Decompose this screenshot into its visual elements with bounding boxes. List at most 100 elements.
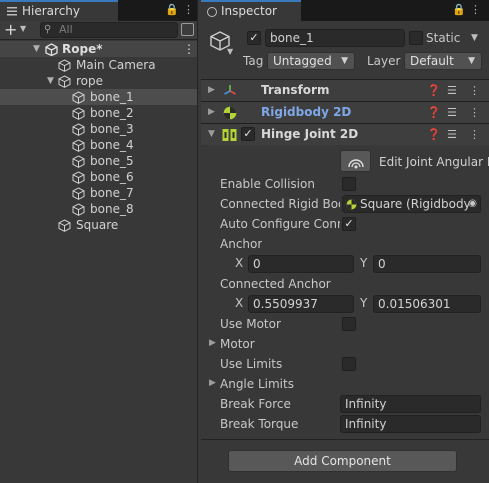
hingejoint2d-icon	[222, 129, 237, 141]
object-picker-icon[interactable]: ◉	[468, 196, 477, 212]
lock-icon[interactable]: 🔒	[165, 3, 179, 16]
scene-menu-icon[interactable]: ⋮	[183, 41, 195, 57]
layer-dropdown[interactable]: Default ▼	[404, 52, 482, 70]
hierarchy-item-label: bone_4	[90, 138, 134, 152]
connected-anchor-label: Connected Anchor	[220, 277, 331, 291]
tag-dropdown[interactable]: Untagged ▼	[267, 52, 355, 70]
hierarchy-item-bone-6[interactable]: bone_6	[0, 169, 197, 185]
break-force-field[interactable]: Infinity	[340, 395, 481, 413]
hierarchy-item-bone-7[interactable]: bone_7	[0, 185, 197, 201]
gameobject-cube-icon	[72, 91, 85, 104]
auto-configure-checkbox[interactable]: ✓	[342, 217, 356, 231]
connected-rigid-body-label: Connected Rigid Bod	[220, 197, 340, 211]
gameobject-cube-icon	[72, 123, 85, 136]
angle-limits-foldout-arrow-icon[interactable]: ▶	[209, 378, 216, 388]
scene-visibility-icon[interactable]	[181, 23, 194, 36]
connected-rigid-body-field[interactable]: Square (Rigidbody ◉	[342, 195, 481, 213]
hierarchy-item-label: bone_3	[90, 122, 134, 136]
layer-value: Default	[410, 54, 454, 68]
help-icon[interactable]: ❓	[427, 124, 441, 145]
rigidbody2d-icon	[223, 106, 237, 120]
hierarchy-item-label: bone_1	[90, 90, 134, 104]
hierarchy-item-bone-1[interactable]: bone_1	[0, 89, 197, 105]
info-icon	[207, 7, 217, 17]
hierarchy-item-label: Main Camera	[76, 58, 156, 72]
use-limits-label: Use Limits	[220, 357, 283, 371]
connected-anchor-y-label: Y	[360, 296, 368, 310]
presets-sliders-icon[interactable]: ☰	[447, 102, 457, 123]
anchor-x-field[interactable]: 0	[248, 255, 354, 273]
component-name: Hinge Joint 2D	[261, 127, 359, 141]
anchor-x-label: X	[235, 256, 244, 270]
component-menu-icon[interactable]: ⋮	[469, 80, 480, 101]
hierarchy-tabbar: Hierarchy 🔒 ⋮	[0, 0, 197, 21]
component-header-transform[interactable]: ▶ Transform ❓ ☰ ⋮	[201, 79, 489, 101]
add-component-button[interactable]: Add Component	[228, 450, 457, 472]
expand-arrow-icon[interactable]: ▶	[208, 80, 215, 101]
add-button[interactable]: +	[4, 20, 17, 39]
component-header-rigidbody2d[interactable]: ▶ Rigidbody 2D ❓ ☰ ⋮	[201, 101, 489, 123]
hinge-enabled-checkbox[interactable]: ✓	[241, 127, 255, 141]
component-header-hingejoint2d[interactable]: ▼ ✓ Hinge Joint 2D ❓ ☰ ⋮	[201, 123, 489, 145]
kebab-menu-icon[interactable]: ⋮	[470, 3, 481, 16]
enable-collision-label: Enable Collision	[220, 177, 315, 191]
static-checkbox[interactable]	[409, 31, 423, 45]
rigidbody2d-icon	[346, 199, 357, 210]
active-checkbox[interactable]: ✓	[247, 31, 261, 45]
tag-label: Tag	[243, 54, 264, 68]
hierarchy-search-input[interactable]: ⚲ All	[40, 22, 178, 38]
object-name-field[interactable]: bone_1	[265, 29, 405, 47]
layer-label: Layer	[367, 54, 401, 68]
anchor-y-field[interactable]: 0	[373, 255, 481, 273]
gameobject-cube-icon	[58, 219, 71, 232]
icon-dropdown-chevron-icon[interactable]: ▼	[227, 47, 233, 56]
unity-scene-icon	[45, 43, 58, 56]
tab-hierarchy[interactable]: Hierarchy	[0, 0, 118, 21]
tab-inspector[interactable]: Inspector	[201, 0, 301, 21]
connected-anchor-y-field[interactable]: 0.01506301	[373, 295, 481, 313]
lock-icon[interactable]: 🔒	[452, 3, 466, 16]
hierarchy-item-square[interactable]: Square	[0, 217, 197, 233]
add-dropdown-chevron-icon[interactable]: ▼	[20, 24, 26, 33]
motor-foldout-arrow-icon[interactable]: ▶	[209, 338, 216, 348]
chevron-down-icon: ▼	[341, 56, 348, 66]
use-motor-label: Use Motor	[220, 317, 281, 331]
static-dropdown-chevron-icon[interactable]: ▼	[471, 33, 478, 43]
component-name: Rigidbody 2D	[261, 105, 352, 119]
hierarchy-item-rope[interactable]: ▼ rope	[0, 73, 197, 89]
scene-fold-icon[interactable]: ▼	[33, 41, 40, 57]
break-torque-field[interactable]: Infinity	[340, 415, 481, 433]
use-motor-checkbox[interactable]	[342, 317, 356, 331]
hierarchy-item-main-camera[interactable]: Main Camera	[0, 57, 197, 73]
kebab-menu-icon[interactable]: ⋮	[183, 3, 194, 16]
rope-fold-icon[interactable]: ▼	[47, 73, 54, 89]
presets-sliders-icon[interactable]: ☰	[447, 80, 457, 101]
component-menu-icon[interactable]: ⋮	[469, 102, 480, 123]
transform-axes-icon	[224, 85, 236, 95]
expand-arrow-icon[interactable]: ▶	[208, 102, 215, 123]
help-icon[interactable]: ❓	[427, 102, 441, 123]
help-icon[interactable]: ❓	[427, 80, 441, 101]
scene-row[interactable]: ▼ Rope* ⋮	[0, 41, 197, 57]
gameobject-cube-icon	[58, 59, 71, 72]
connected-anchor-x-field[interactable]: 0.5509937	[248, 295, 354, 313]
collapse-arrow-icon[interactable]: ▼	[208, 124, 215, 145]
angle-limits-foldout-label[interactable]: Angle Limits	[220, 375, 294, 393]
hierarchy-item-bone-2[interactable]: bone_2	[0, 105, 197, 121]
hierarchy-item-bone-8[interactable]: bone_8	[0, 201, 197, 217]
joint-angle-icon	[347, 159, 364, 169]
edit-joint-limits-button[interactable]	[340, 150, 371, 172]
motor-foldout-label[interactable]: Motor	[220, 335, 255, 353]
use-limits-checkbox[interactable]	[342, 357, 356, 371]
enable-collision-checkbox[interactable]	[342, 177, 356, 191]
hierarchy-item-bone-5[interactable]: bone_5	[0, 153, 197, 169]
anchor-label: Anchor	[220, 237, 263, 251]
search-placeholder: All	[59, 23, 73, 36]
hierarchy-item-bone-4[interactable]: bone_4	[0, 137, 197, 153]
component-menu-icon[interactable]: ⋮	[469, 124, 480, 145]
presets-sliders-icon[interactable]: ☰	[447, 124, 457, 145]
chevron-down-icon: ▼	[468, 56, 475, 66]
hierarchy-item-bone-3[interactable]: bone_3	[0, 121, 197, 137]
search-icon: ⚲	[44, 24, 52, 35]
list-icon	[7, 7, 17, 16]
